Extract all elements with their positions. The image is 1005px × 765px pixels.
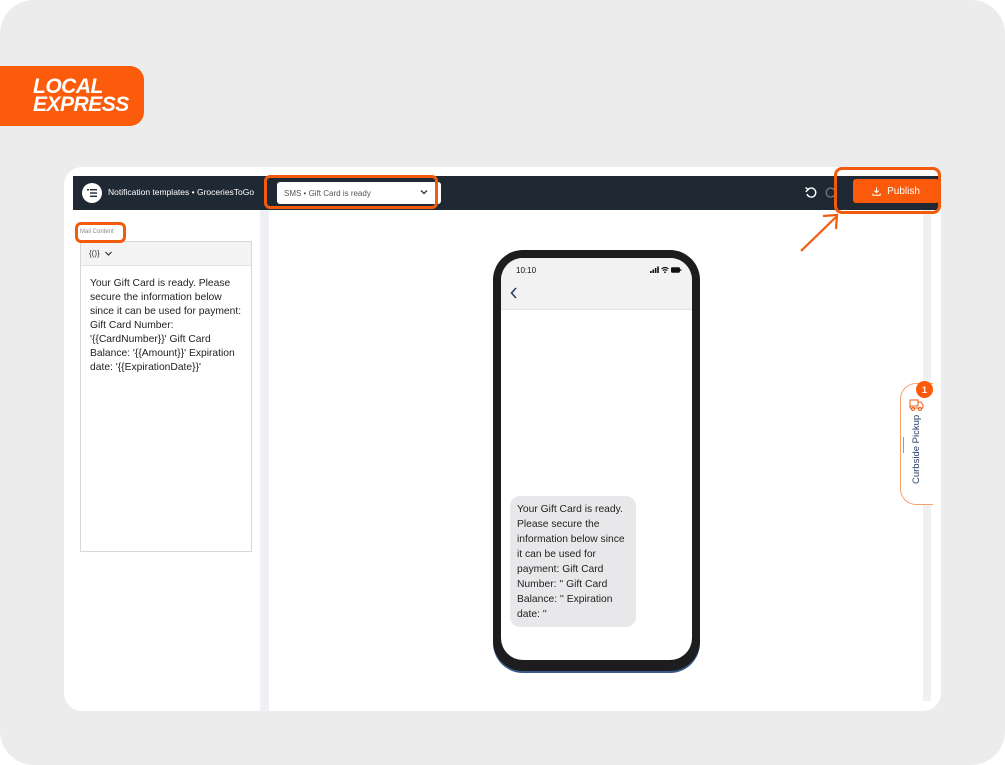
curbside-pickup-label: Curbside Pickup bbox=[911, 414, 922, 484]
phone-header: 10:10 bbox=[501, 258, 692, 310]
phone-screen: 10:10 Your Gift Card is ready. Please se… bbox=[501, 258, 692, 660]
template-select-highlight bbox=[264, 175, 438, 209]
page-title: Notification templates • GroceriesToGo bbox=[108, 187, 255, 197]
local-express-logo: LOCAL EXPRESS bbox=[0, 66, 144, 126]
phone-preview: 10:10 Your Gift Card is ready. Please se… bbox=[493, 250, 700, 671]
sms-message-bubble: Your Gift Card is ready. Please secure t… bbox=[510, 496, 636, 627]
editor-toolbar: {()} bbox=[81, 242, 251, 266]
mail-content-label: Mail Content bbox=[80, 229, 114, 235]
editor-panel: {()} Your Gift Card is ready. Please sec… bbox=[73, 210, 259, 711]
top-toolbar: Notification templates • GroceriesToGo S… bbox=[73, 176, 940, 210]
mail-content-editor[interactable]: {()} Your Gift Card is ready. Please sec… bbox=[80, 241, 252, 552]
menu-icon[interactable] bbox=[82, 183, 102, 203]
editor-content[interactable]: Your Gift Card is ready. Please secure t… bbox=[81, 266, 251, 386]
status-icons bbox=[650, 266, 682, 274]
pointer-arrow bbox=[800, 213, 839, 252]
chevron-down-icon[interactable] bbox=[104, 249, 113, 258]
undo-icon[interactable] bbox=[804, 185, 818, 199]
back-chevron-icon[interactable] bbox=[509, 286, 519, 300]
logo-line-2: EXPRESS bbox=[33, 93, 129, 116]
curbside-count-badge: 1 bbox=[916, 381, 933, 398]
publish-highlight bbox=[834, 167, 941, 214]
variables-button[interactable]: {()} bbox=[89, 249, 100, 258]
phone-time: 10:10 bbox=[516, 266, 537, 275]
car-icon bbox=[909, 399, 924, 411]
panel-divider[interactable] bbox=[260, 210, 269, 711]
curbside-divider bbox=[903, 437, 904, 453]
preview-area: 10:10 Your Gift Card is ready. Please se… bbox=[269, 220, 922, 701]
